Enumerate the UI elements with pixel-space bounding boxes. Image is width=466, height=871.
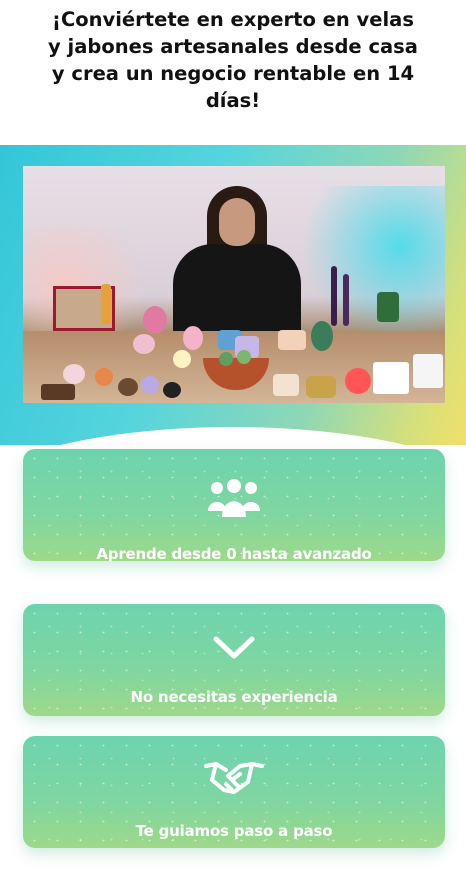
- jar-candle: [278, 330, 306, 350]
- video-thumbnail[interactable]: [23, 166, 445, 403]
- page-headline: ¡Conviértete en experto en velas y jabon…: [10, 6, 456, 114]
- soap-bar: [41, 384, 75, 400]
- headline-line-3: y crea un negocio rentable en 14: [51, 62, 415, 85]
- succulent: [219, 352, 233, 366]
- tall-candle: [331, 266, 337, 326]
- feature-card: Aprende desde 0 hasta avanzado: [23, 449, 445, 561]
- bubble-candle: [95, 368, 113, 386]
- gift-package: [413, 354, 443, 388]
- rose-candle: [183, 326, 203, 350]
- bottle: [101, 284, 111, 324]
- feature-card: No necesitas experiencia: [23, 604, 445, 716]
- landing-page: ¡Conviértete en experto en velas y jabon…: [0, 0, 466, 871]
- bubble-candle: [133, 334, 155, 354]
- feature-label: No necesitas experiencia: [130, 688, 338, 706]
- hero-divider: [0, 427, 466, 445]
- tin-candle: [306, 376, 336, 398]
- decor: [345, 368, 371, 394]
- gift-package: [373, 362, 409, 394]
- headline-line-1: ¡Conviértete en experto en velas: [52, 8, 414, 31]
- handshake-icon: [204, 756, 264, 800]
- background-light: [295, 186, 445, 336]
- bear-candle: [143, 306, 167, 334]
- feature-label: Te guiamos paso a paso: [135, 822, 333, 840]
- soap: [163, 382, 181, 398]
- jar-candle: [273, 374, 299, 396]
- green-candle: [377, 292, 399, 322]
- bubble-candle: [141, 376, 159, 394]
- group-of-people-icon: [205, 479, 263, 525]
- feature-card: Te guiamos paso a paso: [23, 736, 445, 848]
- feature-label: Aprende desde 0 hasta avanzado: [96, 545, 372, 561]
- presenter-face: [219, 198, 255, 246]
- soap: [118, 378, 138, 396]
- hero-section: [0, 145, 466, 445]
- chevron-down-icon: [212, 634, 256, 666]
- headline-line-2: y jabones artesanales desde casa: [48, 35, 418, 58]
- bubble-candle: [173, 350, 191, 368]
- tall-candle: [343, 274, 349, 326]
- succulent: [237, 350, 251, 364]
- tree-candle: [311, 321, 333, 351]
- cupcake-candle: [63, 364, 85, 384]
- headline-line-4: días!: [205, 89, 261, 112]
